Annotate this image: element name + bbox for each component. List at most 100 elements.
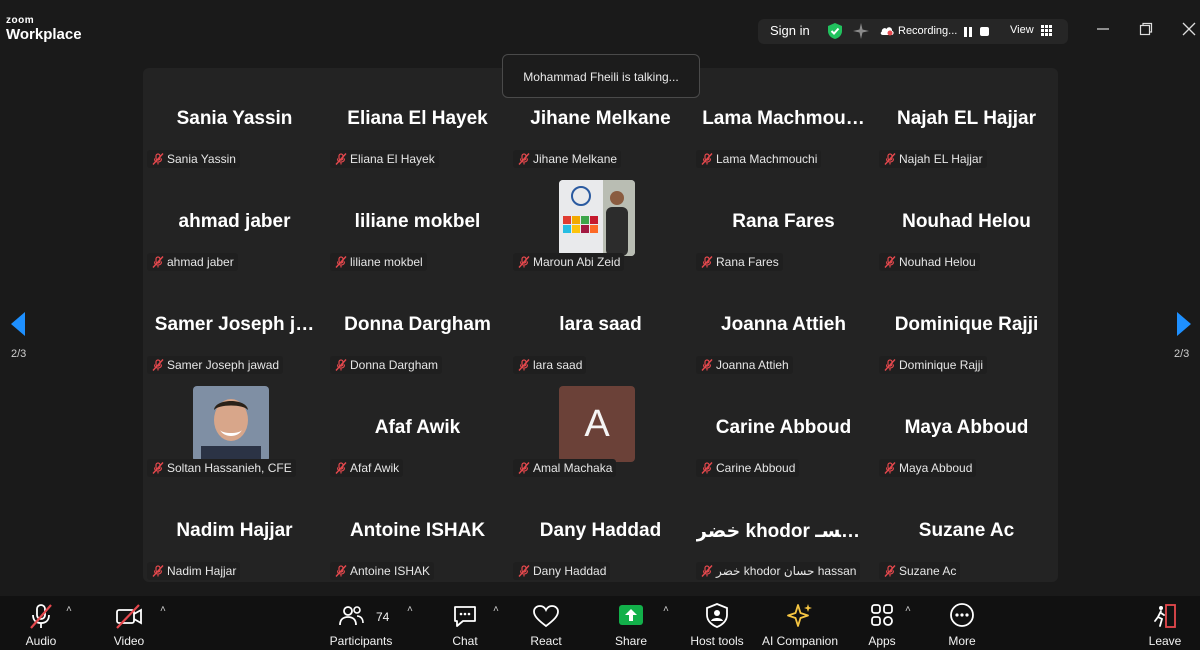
participant-tile[interactable]: Dany Haddad Dany Haddad bbox=[509, 480, 692, 583]
participants-options-caret-icon[interactable]: ˄ bbox=[407, 604, 413, 615]
ai-companion-label: AI Companion bbox=[761, 634, 839, 648]
next-page-button[interactable]: 2/3 bbox=[1160, 282, 1200, 372]
mic-muted-icon bbox=[701, 359, 713, 371]
chat-options-caret-icon[interactable]: ˄ bbox=[493, 604, 499, 615]
participant-tile[interactable]: Lama Machmou… Lama Machmouchi bbox=[692, 68, 875, 171]
participant-tile[interactable]: Najah EL Hajjar Najah EL Hajjar bbox=[875, 68, 1058, 171]
mic-muted-icon bbox=[335, 565, 347, 577]
ai-companion-sparkle-icon bbox=[787, 604, 812, 627]
participant-tile[interactable]: Donna Dargham Donna Dargham bbox=[326, 274, 509, 377]
close-icon[interactable] bbox=[1182, 22, 1196, 36]
participant-display-name: Lama Machmou… bbox=[702, 108, 865, 129]
participants-label: Participants bbox=[329, 634, 393, 648]
video-button[interactable]: Video bbox=[108, 600, 150, 648]
participant-name-label: Donna Dargham bbox=[350, 358, 439, 372]
participant-name-label: lara saad bbox=[533, 358, 583, 372]
participants-button[interactable]: 74 Participants bbox=[325, 600, 397, 648]
page-indicator-left: 2/3 bbox=[11, 348, 27, 360]
participant-display-name: Suzane Ac bbox=[918, 520, 1015, 541]
participant-tile[interactable]: Nouhad Helou Nouhad Helou bbox=[875, 171, 1058, 274]
participant-tile[interactable]: Afaf Awik Afaf Awik bbox=[326, 377, 509, 480]
participant-avatar-photo bbox=[193, 386, 269, 462]
audio-options-caret-icon[interactable]: ˄ bbox=[66, 604, 72, 615]
share-screen-icon bbox=[619, 605, 643, 625]
participant-tile[interactable]: Samer Joseph j… Samer Joseph jawad bbox=[143, 274, 326, 377]
participant-display-name: Carine Abboud bbox=[715, 417, 852, 438]
previous-page-button[interactable]: 2/3 bbox=[0, 282, 40, 372]
participant-tile[interactable]: Carine Abboud Carine Abboud bbox=[692, 377, 875, 480]
grid-view-icon[interactable] bbox=[1041, 25, 1052, 36]
more-button[interactable]: More bbox=[942, 600, 982, 648]
participant-tile[interactable]: Maya Abboud Maya Abboud bbox=[875, 377, 1058, 480]
pause-recording-icon[interactable] bbox=[964, 27, 972, 37]
participant-name-tag: Rana Fares bbox=[696, 253, 783, 271]
participant-tile[interactable]: lara saad lara saad bbox=[509, 274, 692, 377]
more-dots-icon bbox=[950, 603, 974, 627]
video-options-caret-icon[interactable]: ˄ bbox=[160, 604, 166, 615]
participant-display-name: Dominique Rajji bbox=[894, 314, 1039, 335]
apps-button[interactable]: Apps bbox=[862, 600, 902, 648]
participant-tile[interactable]: Maroun Abi Zeid bbox=[509, 171, 692, 274]
participant-name-tag: Joanna Attieh bbox=[696, 356, 793, 374]
participant-tile[interactable]: Suzane Ac Suzane Ac bbox=[875, 480, 1058, 583]
mic-muted-icon bbox=[335, 153, 347, 165]
participant-display-name: ahmad jaber bbox=[178, 211, 291, 232]
participant-display-name: liliane mokbel bbox=[354, 211, 481, 232]
participant-name-tag: Dominique Rajji bbox=[879, 356, 988, 374]
view-button[interactable]: View bbox=[1010, 24, 1034, 36]
share-options-caret-icon[interactable]: ˄ bbox=[663, 604, 669, 615]
mic-muted-icon bbox=[701, 462, 713, 474]
participant-tile[interactable]: Soltan Hassanieh, CFE bbox=[143, 377, 326, 480]
participant-tile[interactable]: liliane mokbel liliane mokbel bbox=[326, 171, 509, 274]
participant-name-label: Soltan Hassanieh, CFE bbox=[167, 461, 292, 475]
participant-name-label: Joanna Attieh bbox=[716, 358, 789, 372]
participant-name-tag: lara saad bbox=[513, 356, 587, 374]
participant-tile[interactable]: Nadim Hajjar Nadim Hajjar bbox=[143, 480, 326, 583]
participant-tile[interactable]: خضر khodor حسـ… خضر khodor حسان hassan bbox=[692, 480, 875, 583]
logo-zoom-text: zoom bbox=[6, 15, 35, 26]
participant-tile[interactable]: ahmad jaber ahmad jaber bbox=[143, 171, 326, 274]
host-tools-button[interactable]: Host tools bbox=[686, 600, 748, 648]
mic-muted-icon bbox=[335, 256, 347, 268]
stop-recording-icon[interactable] bbox=[980, 27, 989, 36]
leave-door-icon bbox=[1154, 604, 1176, 628]
react-button[interactable]: React bbox=[526, 600, 566, 648]
minimize-icon[interactable] bbox=[1096, 22, 1110, 36]
participant-tile[interactable]: A Amal Machaka bbox=[509, 377, 692, 480]
participant-display-name: Jihane Melkane bbox=[530, 108, 671, 129]
participant-display-name: Maya Abboud bbox=[904, 417, 1029, 438]
mic-muted-icon bbox=[701, 256, 713, 268]
chat-button[interactable]: Chat bbox=[445, 600, 485, 648]
participant-tile[interactable]: Rana Fares Rana Fares bbox=[692, 171, 875, 274]
ai-sparkle-icon[interactable] bbox=[852, 22, 870, 40]
participant-name-tag: Samer Joseph jawad bbox=[147, 356, 284, 374]
leave-button[interactable]: Leave bbox=[1145, 600, 1185, 648]
participant-tile[interactable]: Joanna Attieh Joanna Attieh bbox=[692, 274, 875, 377]
participant-tile[interactable]: Dominique Rajji Dominique Rajji bbox=[875, 274, 1058, 377]
participant-name-tag: Soltan Hassanieh, CFE bbox=[147, 459, 296, 477]
camera-off-icon bbox=[116, 604, 142, 629]
react-label: React bbox=[530, 634, 562, 648]
participant-name-tag: Suzane Ac bbox=[879, 562, 961, 580]
participant-tile[interactable]: Eliana El Hayek Eliana El Hayek bbox=[326, 68, 509, 171]
share-button[interactable]: Share bbox=[611, 600, 651, 648]
ai-companion-button[interactable]: AI Companion bbox=[760, 600, 840, 648]
encryption-shield-icon[interactable] bbox=[827, 22, 843, 40]
logo-workplace-text: Workplace bbox=[6, 26, 82, 43]
audio-button[interactable]: Audio bbox=[20, 600, 62, 648]
participant-display-name: Rana Fares bbox=[732, 211, 835, 232]
participant-avatar-photo bbox=[559, 180, 635, 256]
mic-muted-icon bbox=[701, 153, 713, 165]
participant-name-label: liliane mokbel bbox=[350, 255, 423, 269]
participant-display-name: Nadim Hajjar bbox=[176, 520, 293, 541]
participant-name-tag: liliane mokbel bbox=[330, 253, 427, 271]
participant-tile[interactable]: Antoine ISHAK Antoine ISHAK bbox=[326, 480, 509, 583]
sign-in-link[interactable]: Sign in bbox=[770, 23, 810, 38]
participant-name-tag: خضر khodor حسان hassan bbox=[696, 562, 861, 580]
participant-tile[interactable]: Sania Yassin Sania Yassin bbox=[143, 68, 326, 171]
apps-options-caret-icon[interactable]: ˄ bbox=[905, 604, 911, 615]
mic-muted-icon bbox=[884, 256, 896, 268]
participant-name-tag: Carine Abboud bbox=[696, 459, 800, 477]
restore-icon[interactable] bbox=[1139, 22, 1153, 36]
participant-name-tag: Sania Yassin bbox=[147, 150, 240, 168]
